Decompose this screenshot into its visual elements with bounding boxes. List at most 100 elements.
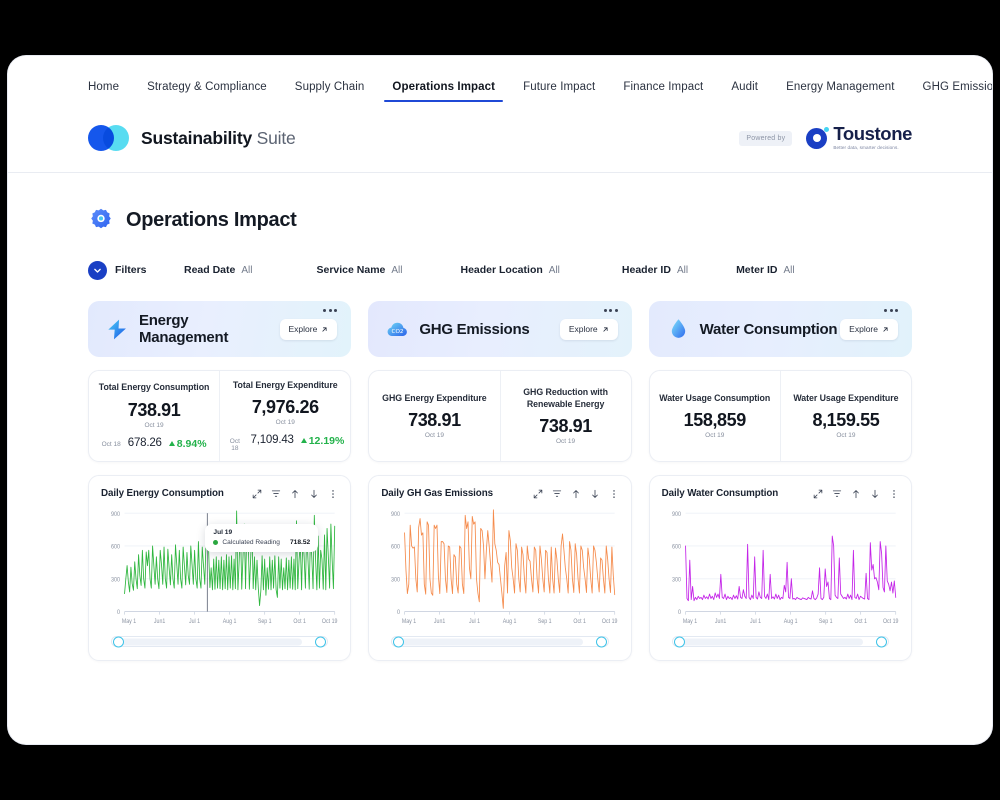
nav-item-ghg-emissions[interactable]: GHG Emissions	[909, 81, 992, 102]
slider-handle-end[interactable]	[595, 636, 607, 647]
svg-text:Jun1: Jun1	[434, 619, 445, 625]
sort-ascending-icon[interactable]	[851, 489, 861, 499]
sort-descending-icon[interactable]	[590, 489, 600, 499]
toustone-mark-icon	[806, 126, 830, 149]
chart-toolbar	[533, 489, 619, 499]
page-content: Operations Impact Filters Read Date All Se…	[8, 173, 992, 661]
slider-fill	[679, 638, 863, 645]
more-vertical-icon[interactable]	[609, 489, 619, 499]
kpi-value: 738.91	[539, 416, 592, 437]
section-more-icon[interactable]	[884, 309, 898, 312]
chart-plot-daily-energy-consumption[interactable]: 0 300 600 900 May 1 Jun1 Jul 1 Aug 1 Sep 1 Oct 1…	[101, 507, 338, 628]
nav-item-energy-management[interactable]: Energy Management	[772, 81, 908, 102]
more-vertical-icon[interactable]	[328, 489, 338, 499]
nav-item-future-impact[interactable]: Future Impact	[509, 81, 609, 102]
svg-text:Oct 1: Oct 1	[854, 619, 867, 625]
explore-label: Explore	[288, 324, 318, 334]
section-ghg: CO2 GHG Emissions Explore GHG Energy Exp…	[368, 301, 632, 661]
section-more-icon[interactable]	[323, 309, 338, 312]
expand-icon[interactable]	[252, 489, 262, 499]
filter-icon[interactable]	[832, 489, 842, 499]
chart-range-slider[interactable]	[101, 635, 338, 648]
filter-value: All	[783, 265, 795, 276]
filter-icon[interactable]	[552, 489, 562, 499]
chart-range-slider[interactable]	[381, 635, 618, 648]
nav-item-audit[interactable]: Audit	[717, 81, 772, 102]
filter-meter-id[interactable]: Meter ID All	[736, 264, 795, 276]
kpi-prev-value: 678.26	[127, 437, 162, 450]
chart-plot-daily-water-consumption[interactable]: 0 300 600 900 May 1 Jun1 Jul 1 Aug 1 Sep 1 Oct 1…	[662, 507, 899, 628]
slider-handle-end[interactable]	[876, 636, 887, 647]
app-title-bold: Sustainability	[141, 127, 252, 148]
expand-icon[interactable]	[813, 489, 823, 499]
kpi-date: Oct 19	[144, 422, 164, 430]
app-logo[interactable]: Sustainability Suite	[88, 125, 296, 151]
nav-item-operations-impact[interactable]: Operations Impact	[378, 81, 509, 102]
sustainability-suite-logo-icon	[88, 125, 130, 151]
sort-ascending-icon[interactable]	[571, 489, 581, 499]
nav-item-strategy-compliance[interactable]: Strategy & Compliance	[133, 81, 281, 102]
slider-handle-start[interactable]	[393, 636, 405, 647]
top-navbar: Home Strategy & Compliance Supply Chain Ope…	[8, 56, 992, 173]
kpi-date: Oct 19	[705, 432, 725, 440]
section-more-icon[interactable]	[603, 309, 618, 312]
explore-button[interactable]: Explore	[279, 318, 338, 340]
filter-icon[interactable]	[271, 489, 281, 499]
kpi-value: 158,859	[683, 410, 747, 431]
svg-text:Oct 19: Oct 19	[602, 619, 617, 625]
chart-range-slider[interactable]	[662, 635, 899, 648]
svg-text:May 1: May 1	[682, 619, 696, 625]
filter-header-id[interactable]: Header ID All	[622, 264, 688, 276]
kpi-date: Oct 19	[424, 432, 444, 440]
explore-button[interactable]: Explore	[840, 318, 898, 340]
filter-name: Read Date	[184, 264, 236, 276]
chart-header: Daily GH Gas Emissions	[381, 488, 618, 499]
section-title: GHG Emissions	[419, 320, 530, 338]
sort-ascending-icon[interactable]	[290, 489, 300, 499]
expand-icon[interactable]	[533, 489, 543, 499]
slider-handle-start[interactable]	[673, 636, 685, 647]
kpi-delta: 8.94%	[168, 438, 207, 450]
kpi-card-water: Water Usage Consumption 158,859 Oct 19 Wa…	[648, 370, 912, 462]
sort-descending-icon[interactable]	[870, 489, 880, 499]
svg-text:300: 300	[391, 577, 400, 583]
kpi-comparison: Oct 18 7,109.43 12.19%	[226, 434, 345, 453]
chart-toolbar	[252, 489, 338, 499]
vendor-logo[interactable]: Toustone Better data, smarter decisions.	[806, 125, 912, 150]
nav-item-finance-impact[interactable]: Finance Impact	[609, 81, 717, 102]
filter-name: Meter ID	[736, 264, 778, 276]
kpi-prev-date: Oct 18	[229, 438, 240, 453]
svg-text:0: 0	[397, 610, 400, 616]
section-header-water: Water Consumption Explore	[648, 301, 912, 357]
section-water: Water Consumption Explore Water Usage Co…	[648, 301, 912, 661]
filter-read-date[interactable]: Read Date All	[184, 264, 252, 276]
kpi-value: 8,159.55	[812, 410, 880, 431]
svg-text:Jun1: Jun1	[154, 619, 165, 625]
trend-up-icon	[168, 441, 175, 447]
kpi-date: Oct 19	[836, 432, 856, 440]
nav-item-supply-chain[interactable]: Supply Chain	[281, 81, 379, 102]
sort-descending-icon[interactable]	[309, 489, 319, 499]
svg-text:Sep 1: Sep 1	[818, 619, 832, 625]
kpi-label: Water Usage Consumption	[659, 392, 771, 403]
chart-plot-daily-gh-gas-emissions[interactable]: 0 300 600 900 May 1 Jun1 Jul 1 Aug 1 Sep 1 Oct 1…	[381, 507, 618, 628]
chart-header: Daily Water Consumption	[662, 488, 899, 499]
gear-icon	[91, 208, 111, 229]
filters-toggle[interactable]: Filters	[88, 260, 184, 280]
more-vertical-icon[interactable]	[889, 489, 899, 499]
section-header-ghg: CO2 GHG Emissions Explore	[368, 301, 632, 357]
svg-text:600: 600	[672, 544, 681, 550]
co2-cloud-icon: CO2	[387, 322, 408, 336]
filter-value: All	[241, 265, 253, 276]
nav-item-home[interactable]: Home	[88, 81, 133, 102]
kpi-prev-date: Oct 18	[101, 441, 121, 449]
explore-button[interactable]: Explore	[559, 318, 618, 340]
chart-title: Daily GH Gas Emissions	[381, 488, 493, 499]
powered-by-badge: Powered by	[739, 130, 793, 146]
filters-label: Filters	[115, 264, 147, 276]
vendor-tagline: Better data, smarter decisions.	[833, 144, 899, 150]
slider-handle-end[interactable]	[315, 636, 327, 647]
slider-handle-start[interactable]	[113, 636, 124, 647]
filter-header-location[interactable]: Header Location All	[461, 264, 560, 276]
filter-service-name[interactable]: Service Name All	[316, 264, 402, 276]
